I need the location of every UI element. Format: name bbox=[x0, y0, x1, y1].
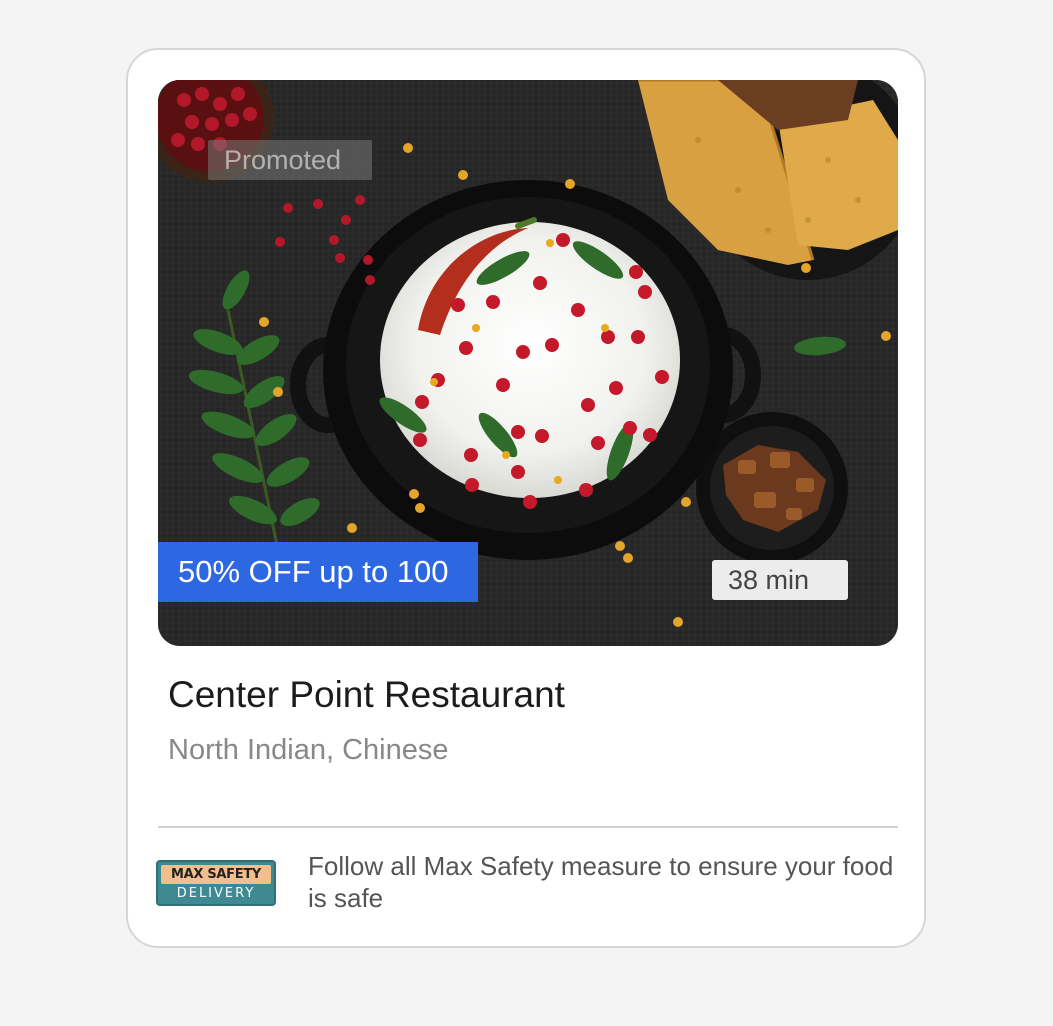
delivery-time-badge: 38 min bbox=[712, 560, 848, 600]
card-divider bbox=[158, 826, 898, 828]
max-safety-label: MAX SAFETY bbox=[161, 865, 271, 884]
restaurant-photo[interactable]: Promoted 50% OFF up to 100 38 min bbox=[158, 80, 898, 646]
promoted-badge: Promoted bbox=[208, 140, 372, 180]
safety-message: Follow all Max Safety measure to ensure … bbox=[308, 851, 894, 913]
restaurant-card[interactable]: Promoted 50% OFF up to 100 38 min Center… bbox=[126, 48, 926, 948]
max-safety-delivery-icon: MAX SAFETY DELIVERY bbox=[156, 860, 276, 906]
delivery-label: DELIVERY bbox=[176, 886, 256, 901]
offer-badge: 50% OFF up to 100 bbox=[158, 542, 478, 602]
restaurant-cuisines: North Indian, Chinese bbox=[168, 734, 449, 766]
restaurant-name[interactable]: Center Point Restaurant bbox=[168, 674, 565, 716]
